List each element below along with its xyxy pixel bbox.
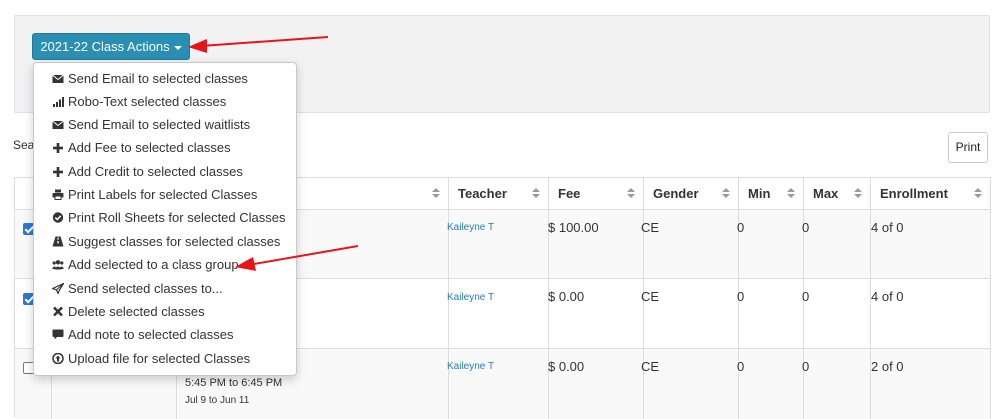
enrollment-cell: 4 of 0 [871, 220, 904, 235]
fee-cell: $ 100.00 [548, 220, 599, 235]
sort-icon [532, 187, 540, 201]
menu-item-delete-classes[interactable]: Delete selected classes [34, 300, 296, 323]
header-enrollment-label: Enrollment [880, 186, 948, 201]
class-actions-dropdown-button[interactable]: 2021-22 Class Actions [32, 33, 190, 60]
min-cell: 0 [737, 220, 745, 235]
max-cell: 0 [802, 359, 810, 374]
min-cell: 0 [737, 289, 745, 304]
print-button[interactable]: Print [948, 132, 988, 163]
menu-item-label: Upload file for selected Classes [68, 351, 251, 366]
menu-item-robo-text[interactable]: Robo-Text selected classes [34, 90, 296, 113]
max-cell: 0 [802, 289, 810, 304]
check-circle-icon [52, 212, 64, 223]
class-actions-menu: Send Email to selected classes Robo-Text… [33, 62, 297, 376]
header-fee-label: Fee [558, 186, 581, 201]
caret-down-icon [173, 45, 182, 50]
min-cell: 0 [737, 359, 745, 374]
header-max[interactable]: Max [804, 177, 871, 210]
menu-item-print-labels[interactable]: Print Labels for selected Classes [34, 183, 296, 206]
menu-item-send-email-waitlists[interactable]: Send Email to selected waitlists [34, 113, 296, 136]
menu-item-label: Print Labels for selected Classes [68, 187, 258, 202]
class-actions-label: 2021-22 Class Actions [40, 39, 170, 54]
header-min-label: Min [748, 186, 771, 201]
signal-icon [53, 97, 64, 107]
menu-item-label: Add note to selected classes [68, 327, 234, 342]
header-teacher-label: Teacher [458, 186, 507, 201]
search-label: Sea [13, 138, 35, 152]
fee-cell: $ 0.00 [548, 289, 585, 304]
close-icon [53, 306, 63, 317]
menu-item-upload-file[interactable]: Upload file for selected Classes [34, 347, 296, 370]
menu-item-add-credit[interactable]: Add Credit to selected classes [34, 160, 296, 183]
upload-icon [52, 353, 64, 364]
print-icon [52, 189, 64, 200]
fee-cell: $ 0.00 [548, 359, 585, 374]
sort-icon [722, 187, 730, 201]
enrollment-cell: 4 of 0 [871, 289, 904, 304]
header-gender[interactable]: Gender [644, 177, 739, 210]
max-cell: 0 [802, 220, 810, 235]
sort-icon [854, 187, 862, 201]
menu-item-label: Send selected classes to... [68, 281, 223, 296]
menu-item-label: Delete selected classes [68, 304, 205, 319]
menu-item-label: Add Credit to selected classes [68, 164, 243, 179]
menu-item-label: Send Email to selected classes [68, 71, 248, 86]
sort-icon [432, 187, 440, 201]
menu-item-add-note[interactable]: Add note to selected classes [34, 323, 296, 346]
plus-icon [53, 143, 63, 153]
teacher-link[interactable]: Kaileyne T [447, 292, 494, 303]
menu-item-label: Add selected to a class group [68, 257, 239, 272]
menu-item-label: Send Email to selected waitlists [68, 117, 251, 132]
menu-item-send-email-classes[interactable]: Send Email to selected classes [34, 67, 296, 90]
sort-icon [627, 187, 635, 201]
header-fee[interactable]: Fee [549, 177, 644, 210]
header-teacher[interactable]: Teacher [449, 177, 549, 210]
sort-icon [974, 187, 982, 201]
header-min[interactable]: Min [739, 177, 804, 210]
menu-item-label: Robo-Text selected classes [68, 94, 227, 109]
menu-item-label: Print Roll Sheets for selected Classes [68, 210, 286, 225]
comment-icon [52, 329, 64, 340]
envelope-icon [52, 74, 64, 83]
menu-item-add-fee[interactable]: Add Fee to selected classes [34, 136, 296, 159]
users-icon [52, 260, 64, 270]
plus-icon [53, 167, 63, 177]
teacher-link[interactable]: Kaileyne T [447, 222, 494, 233]
road-icon [52, 236, 64, 247]
menu-item-label: Add Fee to selected classes [68, 140, 231, 155]
class-dates: Jul 9 to Jun 11 [185, 395, 250, 406]
gender-cell: CE [641, 359, 660, 374]
sort-icon [787, 187, 795, 201]
menu-item-print-roll-sheets[interactable]: Print Roll Sheets for selected Classes [34, 206, 296, 229]
teacher-link[interactable]: Kaileyne T [447, 361, 494, 372]
enrollment-cell: 2 of 0 [871, 359, 904, 374]
header-gender-label: Gender [653, 186, 699, 201]
gender-cell: CE [641, 289, 660, 304]
menu-item-suggest-classes[interactable]: Suggest classes for selected classes [34, 230, 296, 253]
class-time: 5:45 PM to 6:45 PM [185, 377, 283, 389]
menu-item-add-to-class-group[interactable]: Add selected to a class group [34, 253, 296, 276]
header-enrollment[interactable]: Enrollment [871, 177, 991, 210]
gender-cell: CE [641, 220, 660, 235]
paper-plane-icon [52, 283, 64, 294]
menu-item-label: Suggest classes for selected classes [68, 234, 281, 249]
menu-item-send-classes-to[interactable]: Send selected classes to... [34, 277, 296, 300]
envelope-icon [52, 120, 64, 129]
header-max-label: Max [813, 186, 839, 201]
